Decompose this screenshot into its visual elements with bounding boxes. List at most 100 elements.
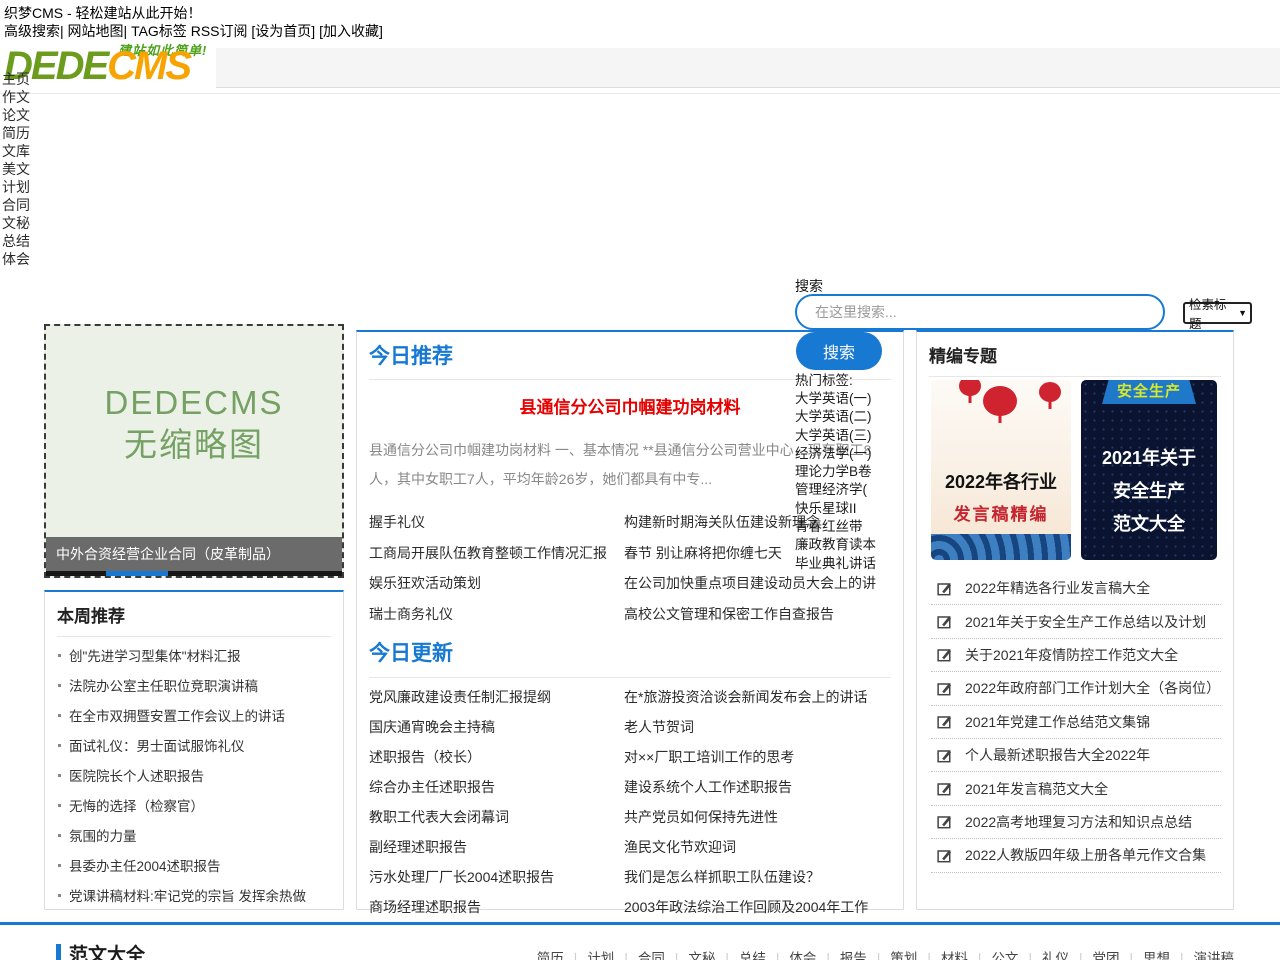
footer-category-link[interactable]: 合同 <box>614 947 665 960</box>
weekly-recommend-item[interactable]: 医院院长个人述职报告 <box>45 760 343 790</box>
footer-category-link[interactable]: 总结 <box>715 947 766 960</box>
nav-item[interactable]: 合同 <box>2 196 30 214</box>
hot-tag-link[interactable]: 大学英语(一) <box>795 390 876 408</box>
weekly-recommend-link: 面试礼仪：男士面试服饰礼仪 <box>69 735 245 755</box>
weekly-recommend-item[interactable]: 在全市双拥暨安置工作会议上的讲话 <box>45 700 343 730</box>
article-link[interactable]: 商场经理述职报告 <box>369 892 624 922</box>
nav-item[interactable]: 体会 <box>2 250 30 268</box>
site-logo[interactable]: 建站如此简单! DEDECMS <box>0 40 216 88</box>
article-link[interactable]: 综合办主任述职报告 <box>369 772 624 802</box>
hot-tag-link[interactable]: 毕业典礼讲话 <box>795 555 876 573</box>
article-link[interactable]: 高校公文管理和保密工作自查报告 <box>624 599 903 630</box>
hot-tag-link[interactable]: 管理经济学( <box>795 481 876 499</box>
article-link[interactable]: 党风廉政建设责任制汇报提纲 <box>369 682 624 712</box>
topic-item[interactable]: 2022年精选各行业发言稿大全 <box>931 572 1221 605</box>
hot-tag-link[interactable]: 理论力学B卷 <box>795 463 876 481</box>
footer-category-link[interactable]: 简历 <box>537 947 564 960</box>
header-quick-link[interactable]: RSS订阅 <box>191 23 248 39</box>
topic-item[interactable]: 个人最新述职报告大全2022年 <box>931 739 1221 772</box>
weekly-recommend-item[interactable]: 氛围的力量 <box>45 820 343 850</box>
nav-item[interactable]: 主页 <box>2 70 30 88</box>
article-link[interactable]: 工商局开展队伍教育整顿工作情况汇报 <box>369 538 624 569</box>
article-link[interactable]: 在*旅游投资洽谈会新闻发布会上的讲话 <box>624 682 903 712</box>
footer-category-link[interactable]: 文秘 <box>665 947 716 960</box>
footer-category-link[interactable]: 材料 <box>917 947 968 960</box>
weekly-recommend-item[interactable]: 创"先进学习型集体"材料汇报 <box>45 640 343 670</box>
header-quick-link[interactable]: TAG标签 <box>131 23 187 39</box>
article-link[interactable]: 握手礼仪 <box>369 507 624 538</box>
weekly-recommend-item[interactable]: 县委办主任2004述职报告 <box>45 850 343 880</box>
today-update-title: 今日更新 <box>369 637 891 667</box>
header-quick-link[interactable]: 网站地图 <box>68 23 124 39</box>
header-quick-link[interactable]: [加入收藏] <box>319 23 383 39</box>
footer-category-link[interactable]: 演讲稿 <box>1170 947 1234 960</box>
topic-item[interactable]: 2021年关于安全生产工作总结以及计划 <box>931 605 1221 638</box>
article-link[interactable]: 老人节贺词 <box>624 712 903 742</box>
article-link[interactable]: 建设系统个人工作述职报告 <box>624 772 903 802</box>
nav-item[interactable]: 总结 <box>2 232 30 250</box>
footer-category-link[interactable]: 礼仪 <box>1018 947 1069 960</box>
nav-item[interactable]: 文秘 <box>2 214 30 232</box>
hot-tag-link[interactable]: 经济法学(一) <box>795 445 876 463</box>
hot-tag-link[interactable]: 大学英语(二) <box>795 408 876 426</box>
weekly-recommend-item[interactable]: 法院办公室主任职位竞职演讲稿 <box>45 670 343 700</box>
footer-category-link[interactable]: 思想 <box>1119 947 1170 960</box>
topic-item[interactable]: 2021年党建工作总结范文集锦 <box>931 706 1221 739</box>
article-link[interactable]: 国庆通宵晚会主持稿 <box>369 712 624 742</box>
weekly-recommend-item[interactable]: 面试礼仪：男士面试服饰礼仪 <box>45 730 343 760</box>
search-type-select[interactable]: 检索标题 ▼ <box>1183 302 1252 324</box>
weekly-recommend-item[interactable]: 无悔的选择（检察官） <box>45 790 343 820</box>
article-link[interactable]: 共产党员如何保持先进性 <box>624 802 903 832</box>
topic-item-label: 2021年关于安全生产工作总结以及计划 <box>965 612 1206 632</box>
footer-category-link[interactable]: 党团 <box>1069 947 1120 960</box>
footer-category-link[interactable]: 体会 <box>766 947 817 960</box>
nav-item[interactable]: 论文 <box>2 106 30 124</box>
hot-tag-link[interactable]: 青春红丝带 <box>795 518 876 536</box>
card-title-line: 安全生产 <box>1081 475 1217 508</box>
search-input[interactable] <box>795 294 1165 330</box>
featured-thumbnail[interactable]: DEDECMS 无缩略图 中外合资经营企业合同（皮革制品） <box>44 324 344 578</box>
header-quick-link[interactable]: [设为首页] <box>251 23 315 39</box>
topic-item[interactable]: 2022人教版四年级上册各单元作文合集 <box>931 839 1221 872</box>
card-title-line: 发言稿精编 <box>931 500 1071 525</box>
topic-item[interactable]: 2022年政府部门工作计划大全（各岗位） <box>931 672 1221 705</box>
topic-card-safety[interactable]: 安全生产 2021年关于 安全生产 范文大全 <box>1081 380 1217 560</box>
topic-item[interactable]: 2021年发言稿范文大全 <box>931 772 1221 805</box>
article-link[interactable]: 污水处理厂厂长2004述职报告 <box>369 862 624 892</box>
article-link[interactable]: 教职工代表大会闭幕词 <box>369 802 624 832</box>
bullet-square <box>58 654 61 657</box>
article-link[interactable]: 我们是怎么样抓职工队伍建设？ <box>624 862 903 892</box>
nav-item[interactable]: 作文 <box>2 88 30 106</box>
hot-tag-link[interactable]: 快乐星球II <box>795 500 876 518</box>
card-title-line: 2021年关于 <box>1081 442 1217 475</box>
carousel-indicator[interactable] <box>46 571 342 576</box>
topics-title: 精编专题 <box>929 342 1221 367</box>
nav-item[interactable]: 简历 <box>2 124 30 142</box>
title-accent-bar <box>56 944 61 960</box>
footer-category-link[interactable]: 报告 <box>816 947 867 960</box>
header-quick-link[interactable]: 高级搜索 <box>4 23 60 39</box>
hot-tag-link[interactable]: 廉政教育读本 <box>795 536 876 554</box>
topic-card-2022-speeches[interactable]: 2022年各行业 发言稿精编 <box>931 380 1071 560</box>
hot-tags: 热门标签: 大学英语(一)大学英语(二)大学英语(三)经济法学(一)理论力学B卷… <box>795 371 876 573</box>
article-link[interactable]: 对××厂职工培训工作的思考 <box>624 742 903 772</box>
article-link[interactable]: 述职报告（校长） <box>369 742 624 772</box>
featured-caption[interactable]: 中外合资经营企业合同（皮革制品） <box>46 537 342 571</box>
edit-icon <box>937 814 952 829</box>
article-link[interactable]: 2003年政法综治工作回顾及2004年工作 <box>624 892 903 922</box>
footer-category-link[interactable]: 公文 <box>968 947 1019 960</box>
footer-category-link[interactable]: 计划 <box>564 947 615 960</box>
nav-item[interactable]: 文库 <box>2 142 30 160</box>
topic-item[interactable]: 2022高考地理复习方法和知识点总结 <box>931 806 1221 839</box>
search-button[interactable]: 搜索 <box>796 332 882 370</box>
nav-item[interactable]: 计划 <box>2 178 30 196</box>
topic-item[interactable]: 关于2021年疫情防控工作范文大全 <box>931 639 1221 672</box>
nav-item[interactable]: 美文 <box>2 160 30 178</box>
article-link[interactable]: 渔民文化节欢迎词 <box>624 832 903 862</box>
footer-category-link[interactable]: 策划 <box>867 947 918 960</box>
hot-tag-link[interactable]: 大学英语(三) <box>795 427 876 445</box>
weekly-recommend-item[interactable]: 党课讲稿材料:牢记党的宗旨 发挥余热做 <box>45 880 343 910</box>
article-link[interactable]: 副经理述职报告 <box>369 832 624 862</box>
article-link[interactable]: 娱乐狂欢活动策划 <box>369 568 624 599</box>
article-link[interactable]: 瑞士商务礼仪 <box>369 599 624 630</box>
